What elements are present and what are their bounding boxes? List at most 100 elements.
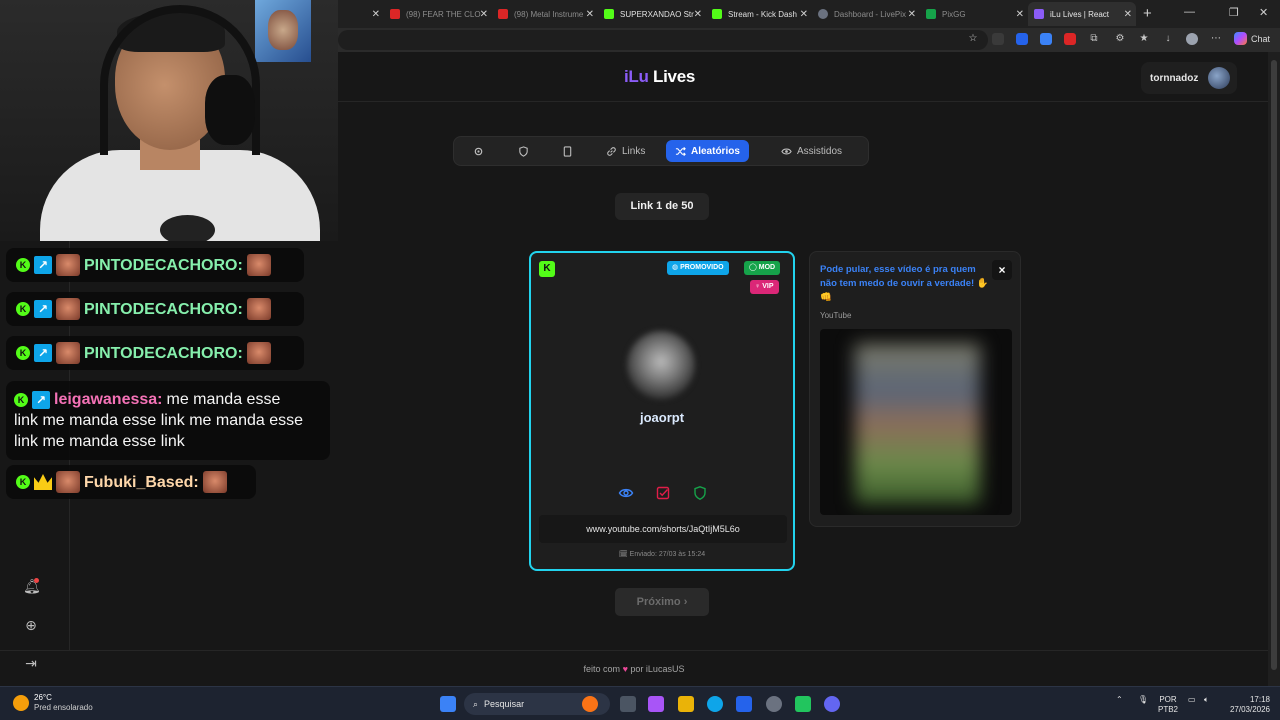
close-tab-icon[interactable]: ✕ (800, 9, 808, 20)
settings-icon[interactable]: ⚙ (1114, 33, 1126, 45)
globe-favicon-icon (818, 9, 828, 19)
network-icon[interactable]: ▭ (1188, 695, 1196, 705)
chat-message: K ↗ PINTODECACHORO: (6, 292, 304, 326)
edge-browser-icon[interactable] (707, 696, 723, 712)
task-view-icon[interactable] (620, 696, 636, 712)
favorites-icon[interactable]: ★ (1138, 33, 1150, 45)
profile-icon[interactable] (1186, 33, 1198, 45)
obs-icon[interactable] (766, 696, 782, 712)
eye-icon[interactable] (618, 485, 634, 501)
subscriber-badge-icon: ↗ (34, 256, 52, 274)
download-icon[interactable]: ↓ (1162, 33, 1174, 45)
close-tab-icon[interactable]: ✕ (372, 9, 380, 20)
copilot-icon[interactable] (648, 696, 664, 712)
lang-line2: PTB2 (1158, 705, 1179, 714)
tablet-icon (563, 145, 572, 157)
video-link[interactable]: www.youtube.com/shorts/JaQtIjM5L6o (539, 515, 787, 543)
sent-label: Enviado: 27/03 às 15:24 (629, 551, 706, 558)
keyboard-language[interactable]: POR PTB2 (1158, 695, 1178, 715)
photos-icon[interactable] (736, 696, 752, 712)
chat-username: leigawanessa: (54, 391, 163, 408)
browser-tab[interactable]: Dashboard - LivePix ✕ (812, 2, 920, 26)
youtube-favicon-icon (390, 9, 400, 19)
address-bar[interactable] (338, 30, 988, 50)
subscriber-badge-icon: ↗ (34, 344, 52, 362)
discord-icon[interactable] (824, 696, 840, 712)
tab-aleatorios[interactable]: Aleatórios (666, 140, 749, 162)
shield-icon[interactable] (692, 485, 708, 501)
copilot-chat-button[interactable]: Chat (1234, 32, 1270, 45)
browser-tab[interactable]: (98) Metal Instrume ✕ (492, 2, 598, 26)
extension-icon[interactable] (1064, 33, 1076, 45)
start-menu-icon[interactable] (440, 696, 456, 712)
kick-badge-icon: K (16, 346, 30, 360)
tab-assistidos[interactable]: Assistidos (772, 140, 851, 162)
clock-date: 27/03/2026 (1229, 705, 1270, 714)
minimize-icon[interactable]: — (1184, 6, 1195, 18)
site-logo[interactable]: iLu Lives (624, 67, 695, 87)
chat-username: PINTODECACHORO: (84, 256, 243, 274)
mark-watched-icon[interactable] (655, 485, 671, 501)
file-explorer-icon[interactable] (678, 696, 694, 712)
help-lifebuoy-icon[interactable]: ⊕ (23, 617, 39, 633)
browser-tab-active[interactable]: iLu Lives | React ✕ (1028, 2, 1136, 26)
close-tab-icon[interactable]: ✕ (1124, 9, 1132, 20)
maximize-icon[interactable]: ❐ (1229, 6, 1239, 19)
next-button[interactable]: Próximo › (615, 588, 709, 616)
tab-title: Dashboard - LivePix (834, 9, 907, 19)
close-tab-icon[interactable]: ✕ (586, 9, 594, 20)
notification-dot (34, 578, 39, 583)
close-icon[interactable]: × (992, 260, 1012, 280)
promoted-badge: ◍ PROMOVIDO (667, 261, 729, 275)
page-scrollbar[interactable] (1268, 52, 1280, 686)
browser-tab[interactable]: Stream - Kick Dash ✕ (706, 2, 812, 26)
weather-temp: 26°C (34, 693, 52, 702)
chat-text: me manda esse (166, 391, 281, 408)
browser-tab[interactable]: SUPERXANDAO Str ✕ (598, 2, 706, 26)
tab-label: Links (622, 145, 646, 157)
close-tab-icon[interactable]: ✕ (908, 9, 916, 20)
screen: ✕ (98) FEAR THE CLO ✕ (98) Metal Instrum… (0, 0, 1280, 720)
notifications-bell-icon[interactable]: 🔔︎ (23, 578, 41, 594)
video-title: Pode pular, esse vídeo é pra quem não te… (820, 264, 989, 303)
crown-badge-icon (34, 474, 52, 490)
link-icon (607, 146, 616, 156)
close-tab-icon[interactable]: ✕ (694, 9, 702, 20)
shield-icon (519, 145, 528, 157)
tab-moderation[interactable] (509, 140, 538, 162)
mod-badge: ◯ MOD (744, 261, 781, 275)
browser-tab[interactable]: ✕ (338, 2, 384, 26)
video-thumbnail[interactable] (820, 329, 1012, 515)
tab-settings[interactable] (464, 140, 493, 162)
sender-username: joaorpt (639, 410, 685, 425)
tab-tablet[interactable] (553, 140, 582, 162)
more-options-icon[interactable]: ⋯ (1210, 33, 1222, 45)
translate-icon[interactable] (1040, 33, 1052, 45)
browser-tab[interactable]: (98) FEAR THE CLO ✕ (384, 2, 492, 26)
tab-title: PixGG (942, 9, 966, 19)
clock-time: 17:18 (1249, 695, 1270, 704)
close-tab-icon[interactable]: ✕ (1016, 9, 1024, 20)
kick-favicon-icon (604, 9, 614, 19)
lang-line1: POR (1159, 695, 1177, 704)
emote-icon (56, 471, 80, 493)
new-tab-icon[interactable]: + (1143, 5, 1152, 22)
puzzle-icon[interactable]: ⧉ (1088, 33, 1100, 45)
close-window-icon[interactable]: ✕ (1259, 6, 1268, 19)
microphone-icon[interactable]: 🎙︎ (1138, 695, 1148, 705)
close-tab-icon[interactable]: ✕ (480, 9, 488, 20)
clock[interactable]: 17:18 27/03/2026 (1224, 695, 1270, 715)
app-icon[interactable] (795, 696, 811, 712)
emote-icon (246, 298, 271, 320)
tab-title: SUPERXANDAO Str (620, 9, 694, 19)
tab-links[interactable]: Links (597, 140, 654, 162)
volume-icon[interactable]: 🔈︎ (1204, 695, 1209, 705)
browser-tab[interactable]: PixGG ✕ (920, 2, 1028, 26)
weather-widget[interactable]: 26°C Pred ensolarado (13, 693, 93, 713)
favorite-star-icon[interactable]: ☆ (967, 33, 979, 45)
user-menu[interactable]: tornnadoz (1141, 62, 1237, 94)
extension-icon[interactable] (1016, 33, 1028, 45)
tray-chevron-icon[interactable]: ⌃ (1116, 695, 1123, 705)
kick-platform-icon: K (539, 261, 555, 277)
extension-icon[interactable] (992, 33, 1004, 45)
